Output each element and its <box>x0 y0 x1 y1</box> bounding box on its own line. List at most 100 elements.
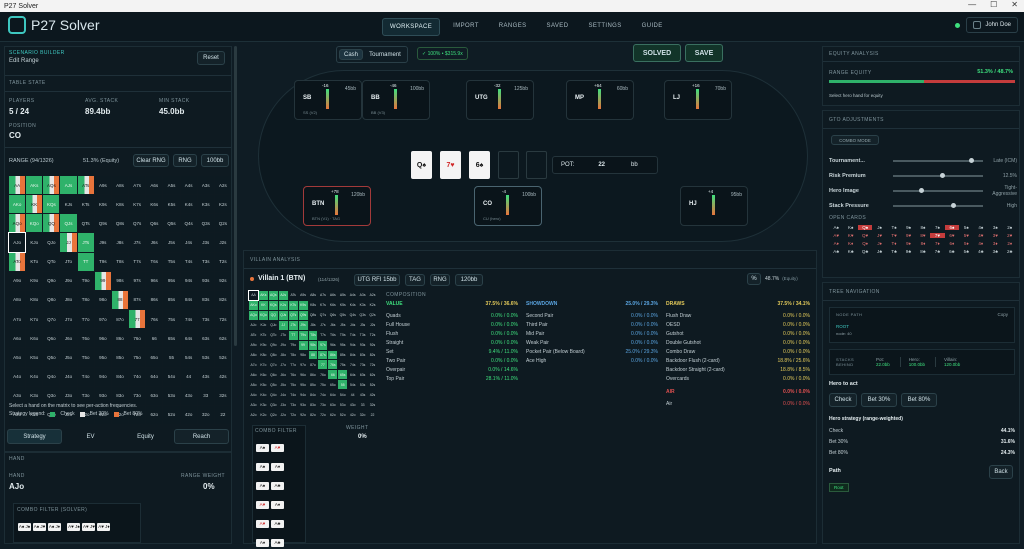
villain-matrix-cell[interactable]: A2s <box>368 291 377 300</box>
hero-matrix-cell[interactable]: JTs <box>77 233 94 252</box>
villain-matrix-cell[interactable]: K2o <box>258 410 268 419</box>
hero-matrix-cell[interactable]: T8s <box>111 252 129 271</box>
villain-matrix-cell[interactable]: 88 <box>308 350 318 360</box>
open-card[interactable]: 7♥ <box>930 233 945 238</box>
villain-matrix-cell[interactable]: 65o <box>328 380 338 390</box>
open-card[interactable]: K♠ <box>843 225 857 230</box>
nav-saved[interactable]: SAVED <box>540 18 576 36</box>
hero-matrix-cell[interactable]: A7s <box>129 176 146 195</box>
hero-matrix-cell[interactable]: 52o <box>163 405 180 424</box>
villain-matrix-cell[interactable]: 94o <box>298 390 308 400</box>
hero-matrix-cell[interactable]: J4o <box>60 367 77 386</box>
open-card[interactable]: 2♣ <box>1003 249 1017 254</box>
villain-matrix-cell[interactable]: A9o <box>249 340 258 350</box>
villain-matrix-cell[interactable]: 55 <box>338 380 348 390</box>
action-check-button[interactable]: Check <box>829 393 857 407</box>
villain-matrix-cell[interactable]: A8o <box>249 350 258 360</box>
hero-matrix-cell[interactable]: KTo <box>26 252 43 271</box>
hero-matrix-cell[interactable]: Q4s <box>180 214 197 233</box>
villain-matrix-cell[interactable]: JTo <box>278 330 288 340</box>
hero-matrix-cell[interactable]: 65s <box>163 329 180 348</box>
hero-matrix-cell[interactable]: QJs <box>60 214 77 233</box>
villain-matrix-cell[interactable]: 82s <box>368 350 377 360</box>
open-card[interactable]: T♠ <box>887 225 901 230</box>
villain-matrix-cell[interactable]: J4o <box>278 390 288 400</box>
hero-matrix-cell[interactable]: J7s <box>129 233 146 252</box>
open-card[interactable]: K♦ <box>843 241 857 246</box>
hero-matrix-cell[interactable]: AJs <box>60 176 77 195</box>
open-card[interactable]: J♠ <box>872 225 886 230</box>
villain-matrix-cell[interactable]: Q2s <box>368 310 377 320</box>
hero-matrix-cell[interactable]: KK <box>26 195 43 214</box>
hero-matrix-cell[interactable]: 43o <box>180 386 197 405</box>
hero-matrix-cell[interactable]: K6s <box>146 195 163 214</box>
hero-matrix-cell[interactable]: A9o <box>9 271 26 290</box>
hero-matrix-cell[interactable]: KQs <box>43 195 60 214</box>
villain-matrix-cell[interactable]: 97o <box>298 360 308 370</box>
hero-matrix-cell[interactable]: T7o <box>77 310 94 329</box>
solved-button[interactable]: SOLVED <box>633 44 681 62</box>
villain-matrix-cell[interactable]: J5s <box>338 320 348 330</box>
hero-matrix-cell[interactable]: 85s <box>163 290 180 310</box>
villain-matrix-cell[interactable]: J6s <box>328 320 338 330</box>
villain-matrix-cell[interactable]: AKo <box>249 300 258 310</box>
hero-matrix-cell[interactable]: J6o <box>60 329 77 348</box>
hero-matrix-cell[interactable]: K6o <box>26 329 43 348</box>
seat-co[interactable]: -4 CO 100bb CU (hero) <box>474 186 542 226</box>
villain-matrix-cell[interactable]: 52o <box>338 410 348 419</box>
hero-matrix-cell[interactable]: TT <box>77 252 94 271</box>
combo-chip[interactable]: A♣ <box>271 482 284 490</box>
combo-chip[interactable]: A♥ J♠ <box>67 523 81 531</box>
hero-matrix-cell[interactable]: Q8o <box>43 290 60 310</box>
villain-matrix-cell[interactable]: KK <box>258 300 268 310</box>
hero-matrix-cell[interactable]: QTo <box>43 252 60 271</box>
open-card[interactable]: A♣ <box>829 249 843 254</box>
villain-matrix-cell[interactable]: 44 <box>348 390 358 400</box>
hero-matrix-cell[interactable]: T4o <box>77 367 94 386</box>
hero-matrix-cell[interactable]: 53o <box>163 386 180 405</box>
villain-matrix-cell[interactable]: 76s <box>328 360 338 370</box>
open-card[interactable]: Q♠ <box>857 225 873 230</box>
hero-matrix-cell[interactable]: 95o <box>94 348 111 367</box>
combo-chip[interactable]: A♠ <box>256 463 269 471</box>
tab-reach[interactable]: Reach <box>174 429 229 444</box>
villain-matrix-cell[interactable]: T7o <box>288 360 298 370</box>
open-card[interactable]: 8♥ <box>916 233 930 238</box>
hero-matrix-cell[interactable]: J9o <box>60 271 77 290</box>
villain-matrix-cell[interactable]: T3s <box>358 330 368 340</box>
hero-matrix-cell[interactable]: 54s <box>180 348 197 367</box>
villain-matrix-cell[interactable]: QJs <box>278 310 288 320</box>
villain-matrix-cell[interactable]: J6o <box>278 370 288 380</box>
villain-matrix-cell[interactable]: 42s <box>368 390 377 400</box>
villain-matrix-cell[interactable]: Q3s <box>358 310 368 320</box>
villain-matrix-cell[interactable]: T8s <box>308 330 318 340</box>
percent-toggle[interactable]: % <box>747 273 761 285</box>
combo-chip[interactable]: A♥ J♦ <box>97 523 111 531</box>
hero-matrix-cell[interactable]: Q6o <box>43 329 60 348</box>
hero-matrix-cell[interactable]: J6s <box>146 233 163 252</box>
seat-hj[interactable]: +4 HJ 95bb <box>680 186 748 226</box>
villain-tag-range[interactable]: UTG RFI 15bb <box>354 274 400 286</box>
open-card[interactable]: 7♦ <box>930 241 944 246</box>
villain-matrix-cell[interactable]: 53o <box>338 400 348 410</box>
villain-matrix-cell[interactable]: 42o <box>348 410 358 419</box>
hero-matrix-cell[interactable]: 32o <box>197 405 214 424</box>
villain-matrix-cell[interactable]: 87s <box>318 350 328 360</box>
villain-matrix-cell[interactable]: A4s <box>348 291 358 300</box>
villain-matrix-cell[interactable]: ATs <box>288 291 298 300</box>
hero-matrix-cell[interactable]: 74o <box>129 367 146 386</box>
open-card[interactable]: 3♠ <box>988 225 1002 230</box>
villain-matrix-cell[interactable]: A6o <box>249 370 258 380</box>
villain-matrix-cell[interactable]: 96o <box>298 370 308 380</box>
hero-matrix-cell[interactable]: K8o <box>26 290 43 310</box>
seat-bb[interactable]: -46 BB 100bb BB (V3) <box>362 80 430 120</box>
open-card[interactable]: 9♥ <box>901 233 915 238</box>
villain-matrix-cell[interactable]: QTo <box>268 330 278 340</box>
villain-matrix-cell[interactable]: K6o <box>258 370 268 380</box>
hero-matrix-cell[interactable]: KTs <box>77 195 94 214</box>
villain-matrix-cell[interactable]: T6o <box>288 370 298 380</box>
villain-matrix-cell[interactable]: 52s <box>368 380 377 390</box>
user-menu[interactable]: John Doe <box>966 17 1018 33</box>
villain-matrix-cell[interactable]: K5o <box>258 380 268 390</box>
combo-chip[interactable]: A♥ <box>271 444 284 452</box>
